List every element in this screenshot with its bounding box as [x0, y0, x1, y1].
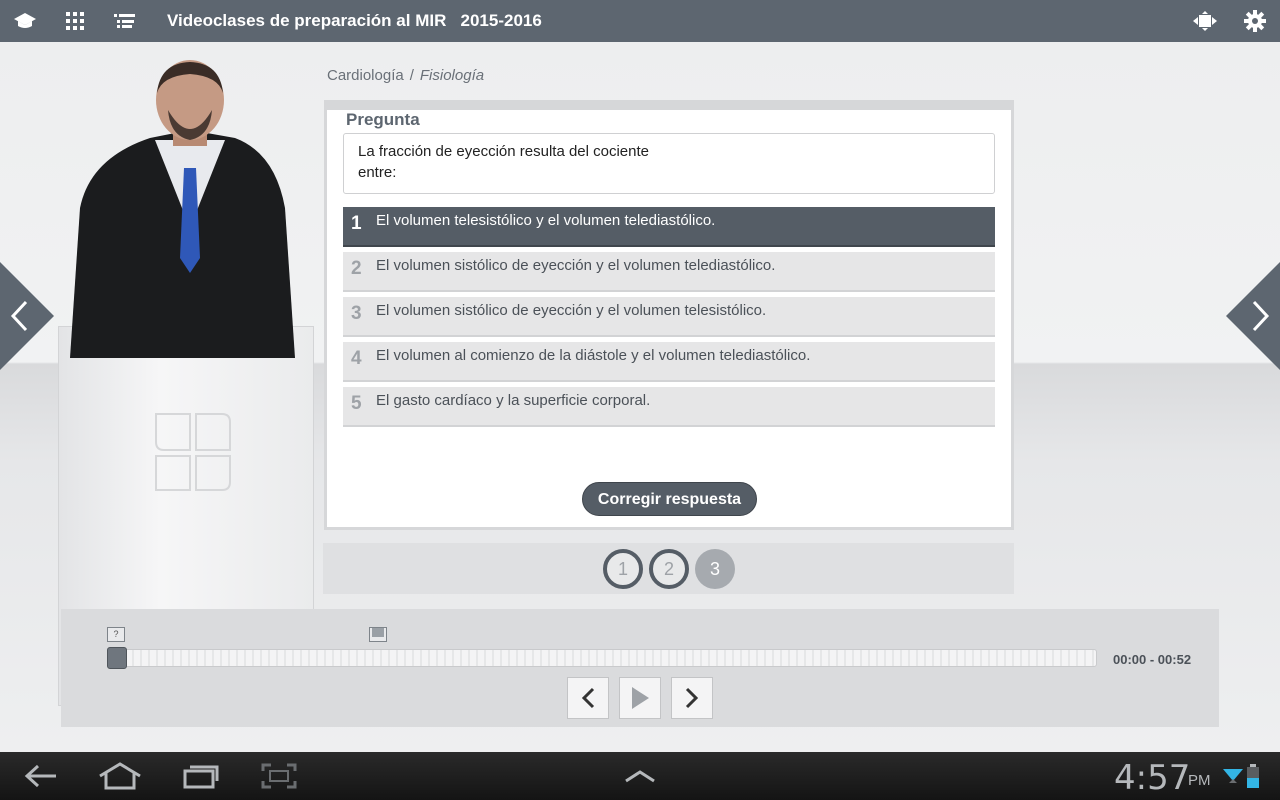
back-icon[interactable]: [22, 760, 60, 792]
page-button-1[interactable]: 1: [603, 549, 643, 589]
time-display: 00:00 - 00:52: [1113, 652, 1192, 667]
breadcrumb: Cardiología / Fisiología: [327, 67, 484, 84]
chevron-up-icon[interactable]: [622, 760, 658, 792]
recent-apps-icon[interactable]: [182, 760, 220, 792]
presenter-video: [70, 60, 295, 358]
answer-option-5[interactable]: 5 El gasto cardíaco y la superficie corp…: [343, 387, 995, 427]
option-text: El volumen sistólico de eyección y el vo…: [376, 257, 776, 274]
home-icon[interactable]: [98, 760, 142, 792]
option-text: El volumen telesistólico y el volumen te…: [376, 212, 716, 229]
check-answer-button[interactable]: Corregir respuesta: [582, 482, 757, 516]
wifi-icon: [1222, 760, 1244, 792]
chevron-left-icon: [581, 687, 595, 709]
slide-icon: [372, 628, 384, 637]
list-icon[interactable]: [112, 8, 138, 34]
status-ampm: PM: [1188, 772, 1211, 789]
answer-option-2[interactable]: 2 El volumen sistólico de eyección y el …: [343, 252, 995, 292]
question-pager: 1 2 3: [323, 543, 1014, 594]
fullscreen-icon[interactable]: [1192, 8, 1218, 34]
answer-option-1[interactable]: 1 El volumen telesistólico y el volumen …: [343, 207, 995, 247]
question-card: Pregunta La fracción de eyección resulta…: [324, 100, 1014, 530]
system-bar: 4:57 PM: [0, 752, 1280, 800]
top-bar: Videoclases de preparación al MIR 2015-2…: [0, 0, 1280, 42]
option-number: 3: [351, 303, 362, 324]
chevron-right-icon: [685, 687, 699, 709]
progress-track[interactable]: [109, 649, 1097, 667]
next-slide-button[interactable]: [1226, 262, 1280, 370]
screenshot-icon[interactable]: [260, 760, 298, 792]
question-heading: Pregunta: [346, 110, 420, 129]
status-clock: 4:57: [1114, 758, 1191, 798]
option-number: 5: [351, 393, 362, 414]
play-button[interactable]: [619, 677, 661, 719]
page-button-3[interactable]: 3: [695, 549, 735, 589]
option-number: 2: [351, 258, 362, 279]
slide-marker[interactable]: [369, 627, 387, 642]
grid-icon[interactable]: [62, 8, 88, 34]
option-text: El volumen al comienzo de la diástole y …: [376, 347, 811, 364]
answer-option-4[interactable]: 4 El volumen al comienzo de la diástole …: [343, 342, 995, 382]
progress-handle[interactable]: [107, 647, 127, 669]
question-text: La fracción de eyección resulta del coci…: [343, 133, 995, 194]
play-icon: [632, 687, 649, 709]
option-text: El volumen sistólico de eyección y el vo…: [376, 302, 767, 319]
previous-slide-button[interactable]: [0, 262, 54, 370]
gear-icon[interactable]: [1242, 8, 1268, 34]
option-number: 4: [351, 348, 362, 369]
breadcrumb-subsection: Fisiología: [419, 67, 485, 84]
breadcrumb-separator: /: [409, 67, 414, 84]
question-marker[interactable]: ?: [107, 627, 125, 642]
option-text: El gasto cardíaco y la superficie corpor…: [376, 392, 651, 409]
page-button-2[interactable]: 2: [649, 549, 689, 589]
next-button[interactable]: [671, 677, 713, 719]
answer-option-3[interactable]: 3 El volumen sistólico de eyección y el …: [343, 297, 995, 337]
video-player: ? 00:00 - 00:52: [61, 609, 1219, 727]
breadcrumb-section[interactable]: Cardiología: [327, 67, 404, 84]
option-number: 1: [351, 213, 362, 234]
previous-button[interactable]: [567, 677, 609, 719]
graduation-cap-icon[interactable]: [12, 8, 38, 34]
app-title: Videoclases de preparación al MIR 2015-2…: [167, 11, 542, 30]
podium-logo: [155, 413, 231, 491]
battery-icon: [1246, 760, 1260, 792]
